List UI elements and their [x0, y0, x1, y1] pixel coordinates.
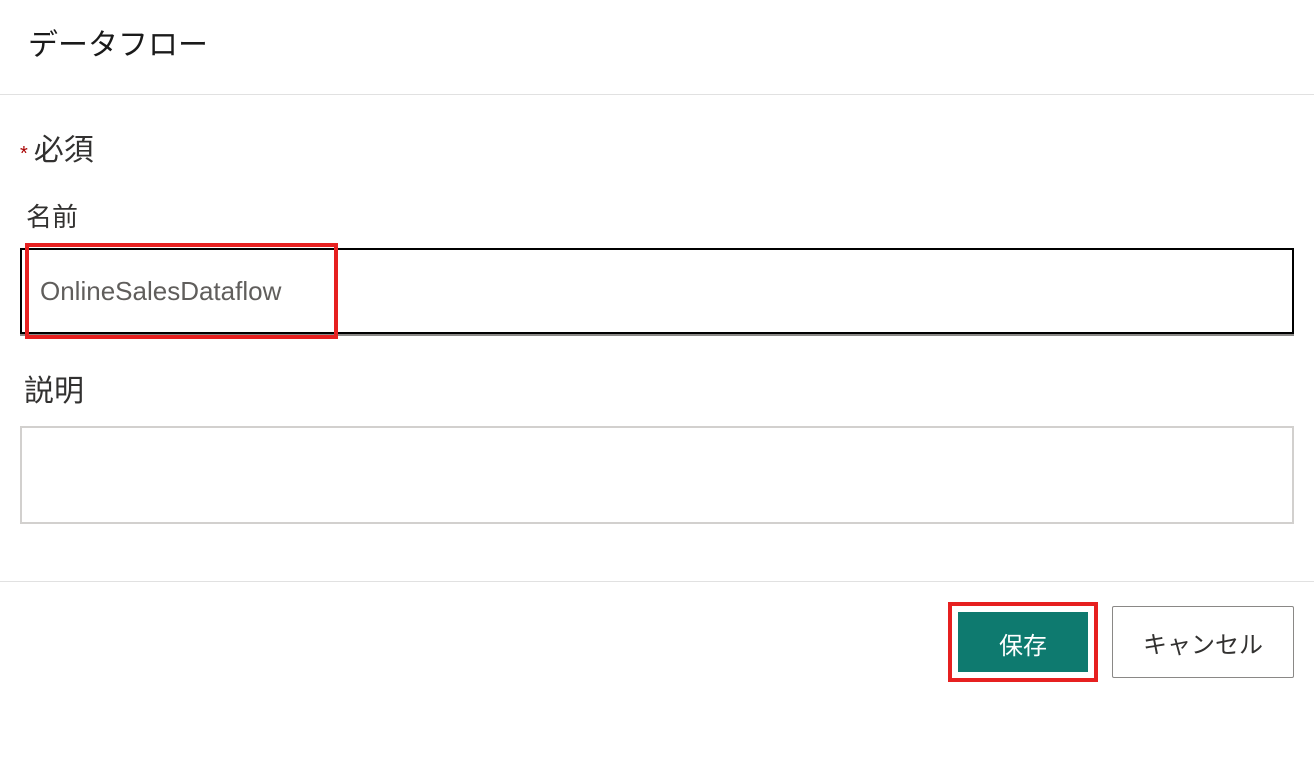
- required-label: 必須: [34, 125, 94, 169]
- save-button[interactable]: 保存: [958, 612, 1088, 672]
- required-indicator: * 必須: [20, 125, 1294, 169]
- description-label: 説明: [20, 366, 1294, 410]
- name-input-wrapper: [20, 248, 1294, 336]
- save-highlight-box: 保存: [948, 602, 1098, 682]
- header: データフロー: [0, 0, 1314, 95]
- form-content: * 必須 名前 説明: [0, 95, 1314, 549]
- name-label: 名前: [20, 197, 1294, 234]
- description-input[interactable]: [20, 426, 1294, 524]
- page-title: データフロー: [28, 20, 1286, 64]
- asterisk-icon: *: [20, 144, 28, 164]
- footer-actions: 保存 キャンセル: [0, 581, 1314, 682]
- name-input[interactable]: [20, 248, 1294, 334]
- cancel-button[interactable]: キャンセル: [1112, 606, 1294, 678]
